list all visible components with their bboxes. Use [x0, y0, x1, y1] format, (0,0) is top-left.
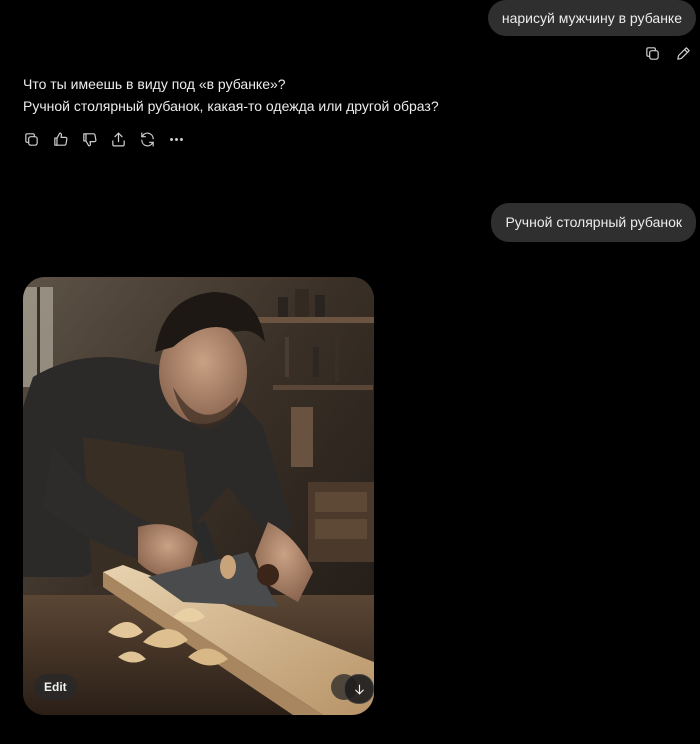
woodworker-image-illustration — [23, 277, 374, 715]
user-message-bubble: Ручной столярный рубанок — [491, 203, 696, 242]
assistant-message-line: Что ты имеешь в виду под «в рубанке»? — [23, 76, 286, 92]
user-message-bubble: нарисуй мужчину в рубанке — [487, 0, 696, 36]
regenerate-icon[interactable] — [139, 131, 156, 148]
generated-image[interactable]: Edit — [23, 277, 374, 715]
assistant-message: Что ты имеешь в виду под «в рубанке»? Ру… — [23, 73, 439, 117]
thumbs-down-icon[interactable] — [81, 131, 98, 148]
thumbs-up-icon[interactable] — [52, 131, 69, 148]
user-message-actions — [644, 45, 692, 62]
assistant-message-actions — [23, 131, 185, 148]
edit-pencil-icon[interactable] — [675, 45, 692, 62]
more-icon[interactable] — [168, 131, 185, 148]
copy-icon[interactable] — [644, 45, 661, 62]
chat-page: нарисуй мужчину в рубанке Что ты имеешь … — [0, 0, 700, 744]
scroll-down-icon[interactable] — [344, 674, 374, 704]
share-icon[interactable] — [110, 131, 127, 148]
assistant-message-line: Ручной столярный рубанок, какая-то одежд… — [23, 98, 439, 114]
edit-image-button[interactable]: Edit — [34, 674, 77, 700]
copy-icon[interactable] — [23, 131, 40, 148]
